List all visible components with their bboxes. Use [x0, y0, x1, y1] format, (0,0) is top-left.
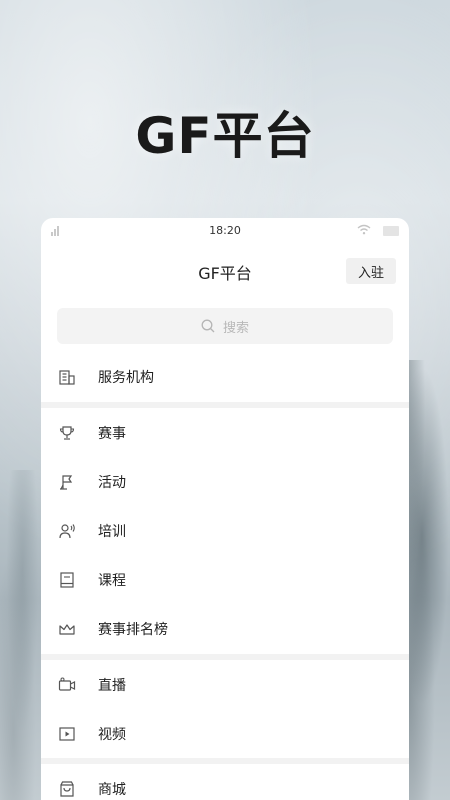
hero-title: GF平台 [135, 107, 315, 165]
menu-item-label: 直播 [98, 677, 126, 694]
status-time: 18:20 [209, 224, 241, 237]
menu-group-shop: 商城 [41, 764, 409, 800]
menu-item-label: 课程 [98, 573, 126, 590]
status-bar: 18:20 [41, 218, 409, 244]
building-icon [58, 368, 76, 386]
phone-screen: 18:20 GF平台 入驻 搜索 服务机构 赛事 活动 培训 课程 赛事排名榜 … [41, 218, 409, 800]
menu-group-org: 服务机构 [41, 352, 409, 402]
menu-item-competition[interactable]: 赛事 [41, 408, 409, 457]
battery-icon [383, 226, 399, 236]
menu-item-label: 活动 [98, 474, 126, 491]
menu-item-ranking[interactable]: 赛事排名榜 [41, 605, 409, 654]
menu-item-label: 赛事排名榜 [98, 622, 168, 639]
menu-item-label: 服务机构 [98, 370, 154, 386]
book-icon [58, 571, 76, 589]
wifi-icon [357, 224, 371, 238]
menu-item-label: 商城 [98, 781, 126, 798]
menu-group-events: 赛事 活动 培训 课程 赛事排名榜 [41, 408, 409, 654]
person-speaking-icon [58, 522, 76, 540]
flag-icon [58, 473, 76, 491]
video-camera-icon [58, 676, 76, 694]
menu-item-label: 培训 [98, 523, 126, 540]
crown-icon [58, 620, 76, 638]
menu-item-training[interactable]: 培训 [41, 506, 409, 555]
menu-group-media: 直播 视频 [41, 659, 409, 759]
search-placeholder: 搜索 [222, 320, 249, 336]
search-icon [201, 319, 215, 333]
play-icon [58, 725, 76, 743]
join-button[interactable]: 入驻 [346, 258, 396, 284]
shopping-bag-icon [58, 780, 76, 798]
menu-item-label: 赛事 [98, 425, 126, 442]
app-header: GF平台 入驻 [41, 244, 409, 294]
search-input[interactable]: 搜索 [57, 308, 393, 344]
menu-item-label: 视频 [98, 726, 126, 743]
menu-item-mall[interactable]: 商城 [41, 764, 409, 800]
menu-item-service-org[interactable]: 服务机构 [41, 352, 409, 402]
trophy-icon [58, 424, 76, 442]
menu-item-course[interactable]: 课程 [41, 556, 409, 605]
menu-item-live[interactable]: 直播 [41, 660, 409, 709]
menu-item-activity[interactable]: 活动 [41, 457, 409, 506]
menu-item-video[interactable]: 视频 [41, 709, 409, 758]
background-mist [0, 470, 45, 800]
